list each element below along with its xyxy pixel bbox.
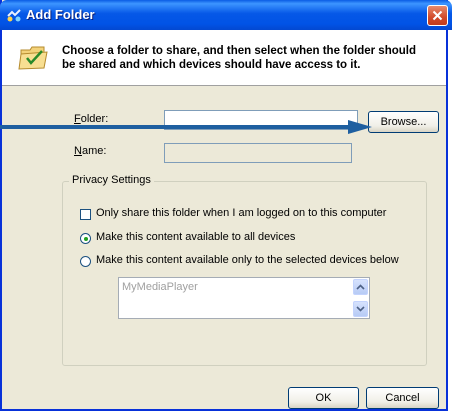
chevron-down-icon <box>356 306 365 312</box>
ok-button-label: OK <box>315 392 332 404</box>
device-list-item[interactable]: MyMediaPlayer <box>122 281 198 293</box>
name-label-text: ame: <box>81 145 107 157</box>
name-label: Name: <box>74 145 106 157</box>
privacy-settings-label: Privacy Settings <box>69 174 154 186</box>
window-title: Add Folder <box>26 7 95 22</box>
devices-listbox[interactable]: MyMediaPlayer <box>118 277 370 319</box>
browse-button-label: Browse... <box>380 116 427 128</box>
close-icon <box>432 10 443 21</box>
all-devices-radio[interactable] <box>80 233 91 244</box>
radio-selected-dot <box>83 236 88 241</box>
folder-check-icon <box>18 46 48 70</box>
media-share-icon <box>7 9 21 22</box>
selected-devices-label: Make this content available only to the … <box>96 254 399 266</box>
logged-on-checkbox[interactable] <box>80 209 91 220</box>
dialog-header: Choose a folder to share, and then selec… <box>2 30 446 86</box>
cancel-button[interactable]: Cancel <box>366 387 439 409</box>
close-button[interactable] <box>427 5 448 26</box>
cancel-button-label: Cancel <box>385 392 420 404</box>
logged-on-label: Only share this folder when I am logged … <box>96 207 387 219</box>
selected-devices-radio[interactable] <box>80 256 91 267</box>
scroll-up-button[interactable] <box>353 279 368 295</box>
callout-arrow <box>0 120 372 134</box>
chevron-up-icon <box>356 284 365 290</box>
scroll-down-button[interactable] <box>353 301 368 317</box>
browse-button[interactable]: Browse... <box>368 111 439 133</box>
title-bar[interactable]: Add Folder <box>0 0 452 30</box>
name-input[interactable] <box>164 143 352 163</box>
name-label-accel: N <box>74 145 82 157</box>
dialog-description: Choose a folder to share, and then selec… <box>62 45 416 71</box>
ok-button[interactable]: OK <box>288 387 359 409</box>
all-devices-label: Make this content available to all devic… <box>96 231 296 243</box>
